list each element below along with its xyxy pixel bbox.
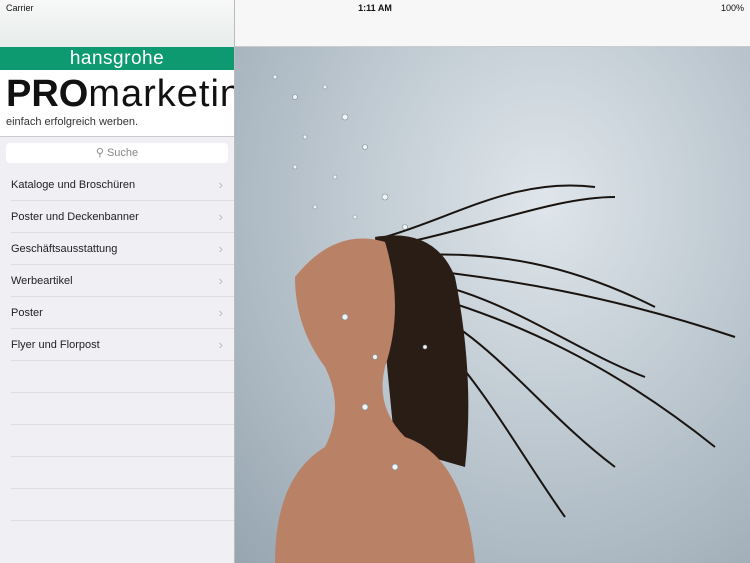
empty-row [11, 425, 234, 457]
menu-item-label: Poster [11, 307, 43, 319]
menu-item[interactable]: Poster und Deckenbanner › [11, 201, 234, 233]
chevron-right-icon: › [218, 305, 223, 320]
sidebar: hansgrohe PROmarketing einfach erfolgrei… [0, 47, 263, 563]
hansgrohe-logo: hansgrohe [0, 47, 234, 70]
menu-item[interactable]: Werbeartikel › [11, 265, 234, 297]
empty-row [11, 393, 234, 425]
menu-item[interactable]: Geschäftsausstattung › [11, 233, 234, 265]
menu-item-label: Geschäftsausstattung [11, 243, 118, 255]
promarketing-logo: PROmarketing einfach erfolgreich werben. [0, 70, 263, 137]
chevron-right-icon: › [218, 337, 223, 352]
chevron-right-icon: › [218, 177, 223, 192]
menu-item[interactable]: Flyer und Florpost › [11, 329, 234, 361]
battery-label: 100% [720, 3, 744, 13]
empty-row [11, 361, 234, 393]
chevron-right-icon: › [218, 241, 223, 256]
menu-item[interactable]: Poster › [11, 297, 234, 329]
clock: 1:11 AM [358, 3, 392, 13]
chevron-right-icon: › [218, 273, 223, 288]
status-bar: Carrier 1:11 AM 100% [0, 0, 750, 16]
hero-image [235, 47, 750, 563]
search-placeholder: Suche [106, 147, 139, 159]
empty-row [11, 457, 234, 489]
menu-item[interactable]: Kataloge und Broschüren › [11, 169, 234, 201]
menu-item-label: Werbeartikel [11, 275, 73, 287]
chevron-right-icon: › [218, 209, 223, 224]
tagline: einfach erfolgreich werben. [6, 116, 139, 128]
menu-item-label: Kataloge und Broschüren [11, 179, 136, 191]
menu-item-label: Flyer und Florpost [11, 339, 100, 351]
search-icon: ⚲ [95, 147, 107, 159]
search-input[interactable]: ⚲ Suche [6, 143, 228, 163]
menu-item-label: Poster und Deckenbanner [11, 211, 139, 223]
empty-row [11, 489, 234, 521]
logo-pro: PRO [6, 73, 89, 115]
